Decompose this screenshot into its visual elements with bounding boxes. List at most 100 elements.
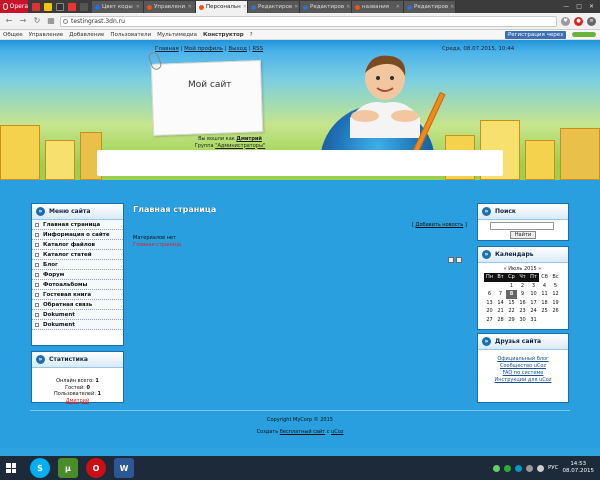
keyboard-language[interactable]: РУС [548, 465, 559, 471]
ucoz-menu-users[interactable]: Пользователи [110, 32, 151, 38]
ucoz-menu-general[interactable]: Общее [3, 32, 23, 38]
menu-item-dokument[interactable]: Dokument [32, 310, 123, 320]
calendar-day[interactable]: 25 [539, 307, 550, 316]
menu-item-files[interactable]: Каталог файлов [32, 240, 123, 250]
calendar-day[interactable]: 12 [550, 290, 561, 299]
calendar-day[interactable]: 3 [528, 282, 539, 291]
calendar-day[interactable]: 9 [517, 290, 528, 299]
close-tab-icon[interactable]: ✕ [136, 4, 140, 10]
maximize-button[interactable]: □ [576, 3, 582, 10]
browser-tab[interactable]: Редактиров ✕ [300, 1, 352, 13]
tray-app-icon[interactable] [503, 464, 511, 472]
back-arrow-icon[interactable]: ← [4, 16, 14, 26]
volume-icon[interactable] [536, 464, 544, 472]
calendar-day[interactable]: 16 [517, 299, 528, 308]
word-icon[interactable]: W [114, 458, 134, 478]
menu-item-articles[interactable]: Каталог статей [32, 250, 123, 260]
print-icon[interactable] [456, 257, 462, 263]
calendar-day[interactable]: 10 [528, 290, 539, 299]
utorrent-icon[interactable]: µ [58, 458, 78, 478]
menu-item-guestbook[interactable]: Гостевая книга [32, 290, 123, 300]
speed-dial-icon[interactable]: ▦ [46, 16, 56, 26]
pinned-tab-icon[interactable] [68, 2, 76, 11]
calendar-day[interactable]: 23 [517, 307, 528, 316]
calendar-day[interactable]: 5 [550, 282, 561, 291]
register-via-button[interactable]: Регистрация через [504, 30, 566, 39]
home-link[interactable]: Главная [155, 46, 179, 52]
start-button[interactable] [0, 456, 22, 480]
adblock-icon[interactable]: ● [574, 16, 583, 26]
add-news-link[interactable]: Добавить новость [416, 222, 464, 228]
calendar-day[interactable]: 6 [484, 290, 495, 299]
tray-app-icon[interactable] [492, 464, 500, 472]
calendar-day[interactable]: 21 [495, 307, 506, 316]
forward-arrow-icon[interactable]: → [18, 16, 28, 26]
social-toggle[interactable] [572, 32, 596, 37]
calendar-day[interactable]: 27 [484, 316, 495, 325]
free-site-link[interactable]: бесплатный сайт [280, 429, 325, 435]
stats-user-link[interactable]: Дмитрий [32, 398, 123, 405]
search-button[interactable]: Найти [510, 231, 536, 239]
browser-tab[interactable]: Редактиров ✕ [404, 1, 456, 13]
ucoz-menu-constructor[interactable]: Конструктор [203, 32, 244, 38]
minimize-button[interactable]: — [563, 3, 569, 10]
site-title[interactable]: Мой сайт [188, 80, 232, 90]
menu-item-home[interactable]: Главная страница [32, 220, 123, 230]
rss-link[interactable]: RSS [252, 46, 263, 52]
calendar-day[interactable]: 30 [517, 316, 528, 325]
friend-link-instructions[interactable]: Инструкции для uCoz [478, 377, 568, 384]
browser-tab[interactable]: Цвет коды ✕ [92, 1, 144, 13]
rss-icon[interactable] [448, 257, 454, 263]
calendar-month[interactable]: « Июль 2015 » [484, 265, 561, 273]
browser-tab-active[interactable]: Персональн ✕ [196, 1, 248, 13]
calendar-day[interactable]: 18 [539, 299, 550, 308]
username-link[interactable]: Дмитрий [236, 136, 262, 142]
friend-link-faq[interactable]: FAQ по системе [478, 370, 568, 377]
pinned-tab-icon[interactable] [32, 2, 40, 11]
calendar-day[interactable]: 31 [528, 316, 539, 325]
menu-item-dokument-2[interactable]: Dokument [32, 320, 123, 330]
browser-tab[interactable]: Управлени ✕ [144, 1, 196, 13]
calendar-day[interactable]: 14 [495, 299, 506, 308]
browser-tab[interactable]: Редактиров ✕ [248, 1, 300, 13]
close-tab-icon[interactable]: ✕ [294, 4, 298, 10]
calendar-day[interactable]: 11 [539, 290, 550, 299]
calendar-day[interactable]: 15 [506, 299, 517, 308]
red-home-link[interactable]: Главная страница [133, 242, 181, 248]
friend-link-community[interactable]: Сообщество uCoz [478, 363, 568, 370]
calendar-day[interactable]: 29 [506, 316, 517, 325]
calendar-day[interactable]: 26 [550, 307, 561, 316]
menu-item-info[interactable]: Информация о сайте [32, 230, 123, 240]
tray-app-icon[interactable] [514, 464, 522, 472]
calendar-day[interactable]: 1 [506, 282, 517, 291]
calendar-day[interactable]: 19 [550, 299, 561, 308]
pinned-tab-icon[interactable] [44, 2, 52, 11]
pinned-tab-icon[interactable] [56, 2, 64, 11]
ucoz-menu-multimedia[interactable]: Мультимедиа [157, 32, 197, 38]
ucoz-menu-management[interactable]: Управление [29, 32, 64, 38]
menu-item-blog[interactable]: Блог [32, 260, 123, 270]
calendar-day[interactable]: 7 [495, 290, 506, 299]
friend-link-blog[interactable]: Официальный блог [478, 356, 568, 363]
close-tab-icon[interactable]: ✕ [450, 4, 454, 10]
skype-icon[interactable]: S [30, 458, 50, 478]
calendar-day-today[interactable]: 8 [506, 290, 517, 299]
network-icon[interactable] [525, 464, 533, 472]
ucoz-link[interactable]: uCoz [331, 429, 343, 435]
browser-tab[interactable]: названия ✕ [352, 1, 404, 13]
logout-link[interactable]: Выход [228, 46, 247, 52]
reload-icon[interactable]: ↻ [32, 16, 42, 26]
menu-item-forum[interactable]: Форум [32, 270, 123, 280]
profile-link[interactable]: Мой профиль [184, 46, 223, 52]
pinned-tab-icon[interactable] [80, 2, 88, 11]
taskbar-clock[interactable]: 14:53 08.07.2015 [563, 461, 595, 475]
calendar-day[interactable]: 17 [528, 299, 539, 308]
calendar-day[interactable]: 22 [506, 307, 517, 316]
menu-item-photos[interactable]: Фотоальбомы [32, 280, 123, 290]
close-tab-icon[interactable]: ✕ [346, 4, 350, 10]
close-tab-icon[interactable]: ✕ [396, 4, 400, 10]
calendar-day[interactable]: 13 [484, 299, 495, 308]
opera-menu-button[interactable]: Opera [0, 0, 28, 13]
ucoz-help-button[interactable]: ? [250, 32, 253, 38]
url-field[interactable]: testingrast.3dn.ru [60, 15, 557, 27]
